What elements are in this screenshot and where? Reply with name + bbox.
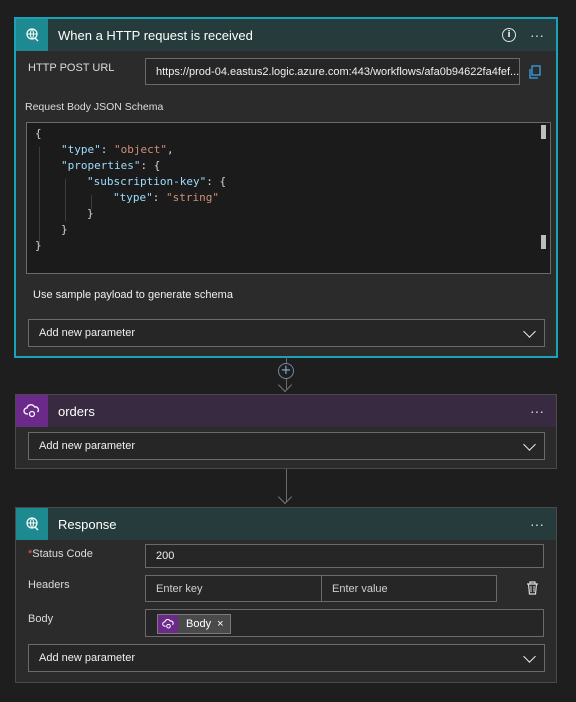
header-key-input[interactable]: Enter key [145,575,322,602]
editor-scrollbar-bottom[interactable] [541,235,546,249]
trigger-add-parameter-label: Add new parameter [39,327,135,339]
schema-label: Request Body JSON Schema [25,101,164,113]
trigger-add-parameter-dropdown[interactable]: Add new parameter [28,319,545,347]
code-token: : { [206,175,227,188]
trigger-header[interactable]: When a HTTP request is received i ··· [16,19,556,51]
code-line: "type": "string" [113,191,219,204]
response-add-parameter-label: Add new parameter [39,652,135,664]
body-input[interactable]: Body × [145,609,544,637]
code-token: : { [140,159,161,172]
response-title: Response [58,516,117,532]
response-header[interactable]: Response ··· [16,508,556,540]
code-line: } [61,223,68,236]
response-more-menu[interactable]: ··· [530,516,544,532]
orders-add-parameter-dropdown[interactable]: Add new parameter [28,432,545,460]
code-token: "properties" [61,159,141,172]
header-value-input[interactable]: Enter value [321,575,497,602]
code-token: , [166,143,174,156]
chevron-down-icon [523,649,536,663]
orders-add-parameter-label: Add new parameter [39,440,135,452]
http-trigger-card[interactable]: When a HTTP request is received i ··· HT… [15,18,557,357]
orders-more-menu[interactable]: ··· [530,403,544,419]
add-step-plus-icon[interactable]: + [278,363,294,379]
globe-request-icon [16,508,48,540]
body-token[interactable]: Body × [157,614,231,634]
code-line: { [35,127,42,140]
http-post-url-field[interactable]: https://prod-04.eastus2.logic.azure.com:… [145,58,520,85]
editor-scrollbar-top[interactable] [541,125,546,139]
body-token-label: Body [186,618,212,630]
http-post-url-label: HTTP POST URL [28,62,115,74]
code-token: { [35,127,42,140]
chevron-down-icon [523,324,536,338]
code-line: "subscription-key": { [87,175,226,188]
remove-token-icon[interactable]: × [217,618,229,630]
cloud-connector-icon [158,615,178,633]
code-token: "object" [114,143,167,156]
code-token: } [61,223,68,236]
code-token: : [100,143,114,156]
code-line: } [35,239,42,252]
cloud-connector-icon [16,395,48,427]
trigger-more-menu[interactable]: ··· [530,27,544,43]
status-code-label: *Status Code [28,548,93,560]
arrow-down-icon [277,377,293,393]
orders-title: orders [58,403,95,419]
orders-header[interactable]: orders ··· [16,395,556,427]
headers-label: Headers [28,579,70,591]
code-token: : [152,191,166,204]
code-token: "subscription-key" [87,175,207,188]
code-token: } [35,239,42,252]
trash-icon[interactable] [526,581,539,598]
globe-request-icon [16,19,48,51]
code-token: "type" [113,191,153,204]
code-token: "type" [61,143,101,156]
code-token: } [87,207,94,220]
info-icon[interactable]: i [502,28,516,42]
sample-payload-link[interactable]: Use sample payload to generate schema [33,289,233,301]
code-line: } [87,207,94,220]
body-label: Body [28,613,54,625]
chevron-down-icon [523,437,536,451]
copy-icon[interactable] [528,65,541,82]
response-card[interactable]: Response ··· *Status Code 200 Headers En… [15,507,557,683]
trigger-title: When a HTTP request is received [58,27,253,43]
arrow-down-icon [277,489,293,505]
json-schema-editor[interactable]: {"type": "object", "properties": {"subscr… [26,122,551,274]
response-add-parameter-dropdown[interactable]: Add new parameter [28,644,545,672]
orders-card[interactable]: orders ··· Add new parameter [15,394,557,469]
code-line: "type": "object", [61,143,174,156]
status-code-input[interactable]: 200 [145,544,544,568]
code-token: "string" [166,191,219,204]
code-line: "properties": { [61,159,160,172]
